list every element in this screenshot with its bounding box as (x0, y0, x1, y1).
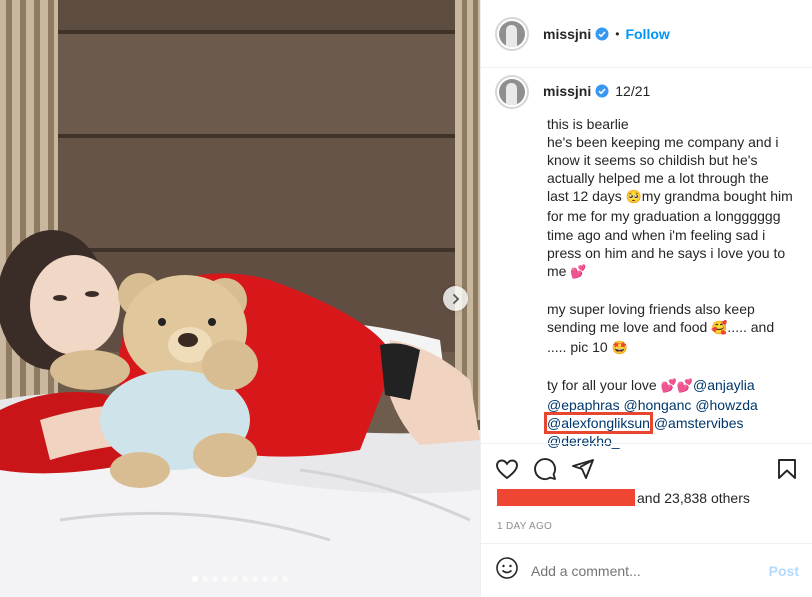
follow-button[interactable]: Follow (625, 26, 669, 42)
love-face-emoji: 🥰 (711, 320, 728, 336)
caption-line: sending me love and food (547, 318, 708, 335)
caption-line: know it seems so childish but he's (547, 152, 758, 169)
carousel-indicator (0, 576, 480, 582)
mention-link[interactable]: @howzda (695, 397, 757, 413)
caption-line: ty for all your love (547, 377, 657, 394)
emoji-icon[interactable] (495, 556, 519, 585)
caption-line: for me for my graduation a longggggg (547, 208, 781, 225)
caption-line: he's been keeping me company and i (547, 134, 779, 151)
instagram-post: missjni • Follow missjni 12/21 this is b… (0, 0, 812, 597)
verified-badge-icon (595, 84, 609, 98)
caption-line: my grandma bought him (641, 188, 793, 205)
carousel-dot (272, 576, 278, 582)
post-header: missjni • Follow (481, 0, 812, 68)
photo-scene (0, 0, 480, 597)
bookmark-icon[interactable] (775, 457, 799, 481)
double-hearts-emoji: 💕💕 (660, 379, 693, 395)
carousel-dot (262, 576, 268, 582)
carousel-dot (232, 576, 238, 582)
share-icon[interactable] (571, 457, 595, 481)
carousel-dot (202, 576, 208, 582)
avatar-image (499, 20, 525, 47)
caption-line: time ago and when i'm feeling sad i (547, 226, 766, 243)
pleading-emoji: 🥺 (625, 190, 642, 206)
comment-icon[interactable] (533, 457, 557, 481)
mention-link[interactable]: @anjaylia (693, 377, 755, 393)
caption-text: this is bearlie he's been keeping me com… (544, 115, 809, 451)
caption-username[interactable]: missjni (543, 83, 591, 99)
face (30, 255, 120, 355)
caption-line: this is bearlie (547, 116, 629, 132)
redacted-liker (497, 489, 635, 506)
post-side-panel: missjni • Follow missjni 12/21 this is b… (480, 0, 812, 597)
comment-input[interactable] (531, 562, 769, 579)
header-username[interactable]: missjni (543, 26, 591, 42)
hearts-emoji: 💕 (570, 264, 587, 280)
carousel-dot (282, 576, 288, 582)
caption-line: last 12 days (547, 188, 622, 205)
star-struck-emoji: 🤩 (611, 341, 628, 357)
likes-summary[interactable]: and 23,838 others (497, 489, 750, 506)
avatar[interactable] (495, 16, 529, 51)
carousel-dot (242, 576, 248, 582)
next-photo-button[interactable] (443, 286, 468, 311)
caption-avatar[interactable] (495, 75, 529, 109)
carousel-dot (212, 576, 218, 582)
likes-text: and 23,838 others (637, 489, 750, 506)
mention-link[interactable]: @honganc (623, 397, 691, 413)
verified-badge-icon (595, 27, 609, 41)
mention-link-highlighted[interactable]: @alexfongliksun (544, 412, 653, 435)
comment-bar: Post (481, 543, 812, 597)
post-timestamp[interactable]: 1 DAY AGO (497, 521, 552, 532)
carousel-dot (252, 576, 258, 582)
carousel-dot (192, 576, 198, 582)
heart-icon[interactable] (495, 457, 519, 481)
action-bar (481, 443, 812, 493)
caption-line: actually helped me a lot through the (547, 170, 769, 187)
caption-line: ..... pic 10 (547, 339, 608, 356)
carousel-dot (222, 576, 228, 582)
caption-line: my super loving friends also keep (547, 300, 755, 317)
caption-line: ..... and (727, 318, 775, 335)
caption-header: missjni 12/21 (495, 73, 799, 109)
caption: missjni 12/21 this is bearlie he's been … (481, 69, 812, 449)
separator: • (615, 26, 620, 41)
caption-line: press on him and he says i love you to (547, 244, 786, 261)
post-photo[interactable] (0, 0, 480, 597)
caption-time: 12/21 (615, 83, 651, 99)
mention-link[interactable]: @amstervibes (654, 415, 744, 431)
mention-link[interactable]: @epaphras (547, 397, 620, 413)
caption-line: me (547, 262, 567, 279)
post-comment-button[interactable]: Post (769, 563, 799, 579)
chevron-right-icon (452, 293, 459, 304)
